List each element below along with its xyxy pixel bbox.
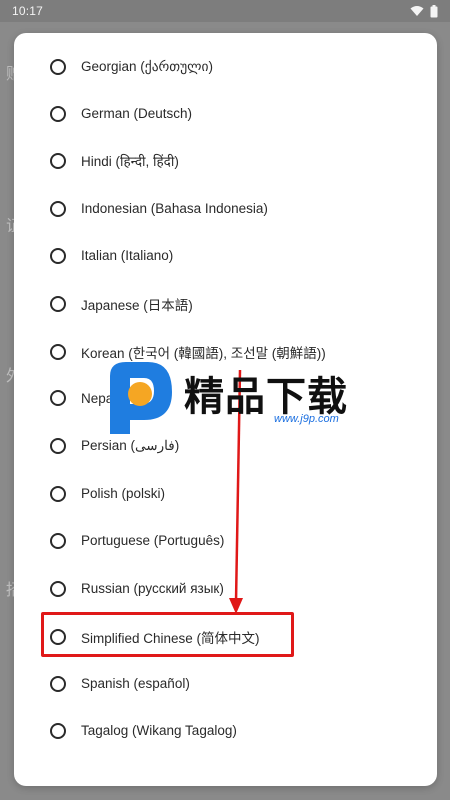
language-option-portuguese[interactable]: Portuguese (Português): [14, 517, 437, 564]
radio-button[interactable]: [50, 722, 66, 739]
language-option-japanese[interactable]: Japanese (日本語): [14, 280, 437, 327]
radio-button[interactable]: [50, 532, 66, 549]
language-label: Japanese (日本語): [81, 297, 193, 313]
language-picker-dialog: Georgian (ქართული) German (Deutsch) Hind…: [14, 33, 437, 786]
language-option-hindi[interactable]: Hindi (हिन्दी, हिंदी): [14, 137, 437, 184]
radio-button[interactable]: [50, 675, 66, 692]
radio-button[interactable]: [50, 389, 66, 406]
language-label: Georgian (ქართული): [81, 58, 214, 74]
radio-button[interactable]: [50, 247, 66, 264]
language-option-german[interactable]: German (Deutsch): [14, 90, 437, 137]
language-label: Hindi (हिन्दी, हिंदी): [81, 153, 179, 169]
radio-button[interactable]: [50, 485, 66, 502]
radio-button[interactable]: [50, 200, 66, 217]
language-option-korean[interactable]: Korean (한국어 (韓國語), 조선말 (朝鮮語)): [14, 328, 437, 375]
language-label: Russian (русский язык): [81, 581, 224, 596]
language-label: German (Deutsch): [81, 106, 193, 121]
language-option-russian[interactable]: Russian (русский язык): [14, 565, 437, 612]
highlight-box: [41, 612, 294, 657]
status-time: 10:17: [12, 4, 44, 18]
language-label: Polish (polski): [81, 486, 166, 501]
language-option-indonesian[interactable]: Indonesian (Bahasa Indonesia): [14, 185, 437, 232]
radio-button[interactable]: [50, 58, 66, 75]
status-bar: 10:17: [0, 0, 450, 22]
status-icons: [410, 4, 438, 18]
radio-button[interactable]: [50, 295, 66, 312]
language-option-italian[interactable]: Italian (Italiano): [14, 232, 437, 279]
language-label: Nepali (नेपाली): [81, 390, 164, 406]
language-option-nepali[interactable]: Nepali (नेपाली): [14, 374, 437, 421]
language-option-georgian[interactable]: Georgian (ქართული): [14, 43, 437, 90]
radio-button[interactable]: [50, 105, 66, 122]
language-label: Tagalog (Wikang Tagalog): [81, 723, 237, 738]
radio-button[interactable]: [50, 152, 66, 169]
language-label: Portuguese (Português): [81, 533, 225, 548]
language-label: Persian (فارسی): [81, 437, 180, 453]
language-option-polish[interactable]: Polish (polski): [14, 470, 437, 517]
language-label: Indonesian (Bahasa Indonesia): [81, 201, 268, 216]
radio-button[interactable]: [50, 437, 66, 454]
language-label: Korean (한국어 (韓國語), 조선말 (朝鮮語)): [81, 345, 326, 361]
language-label: Italian (Italiano): [81, 248, 174, 263]
wifi-icon: [410, 6, 424, 16]
language-label: Spanish (español): [81, 676, 190, 691]
language-option-spanish[interactable]: Spanish (español): [14, 660, 437, 707]
radio-button[interactable]: [50, 580, 66, 597]
language-option-tagalog[interactable]: Tagalog (Wikang Tagalog): [14, 707, 437, 754]
radio-button[interactable]: [50, 343, 66, 360]
language-option-persian[interactable]: Persian (فارسی): [14, 422, 437, 469]
battery-icon: [430, 4, 438, 17]
